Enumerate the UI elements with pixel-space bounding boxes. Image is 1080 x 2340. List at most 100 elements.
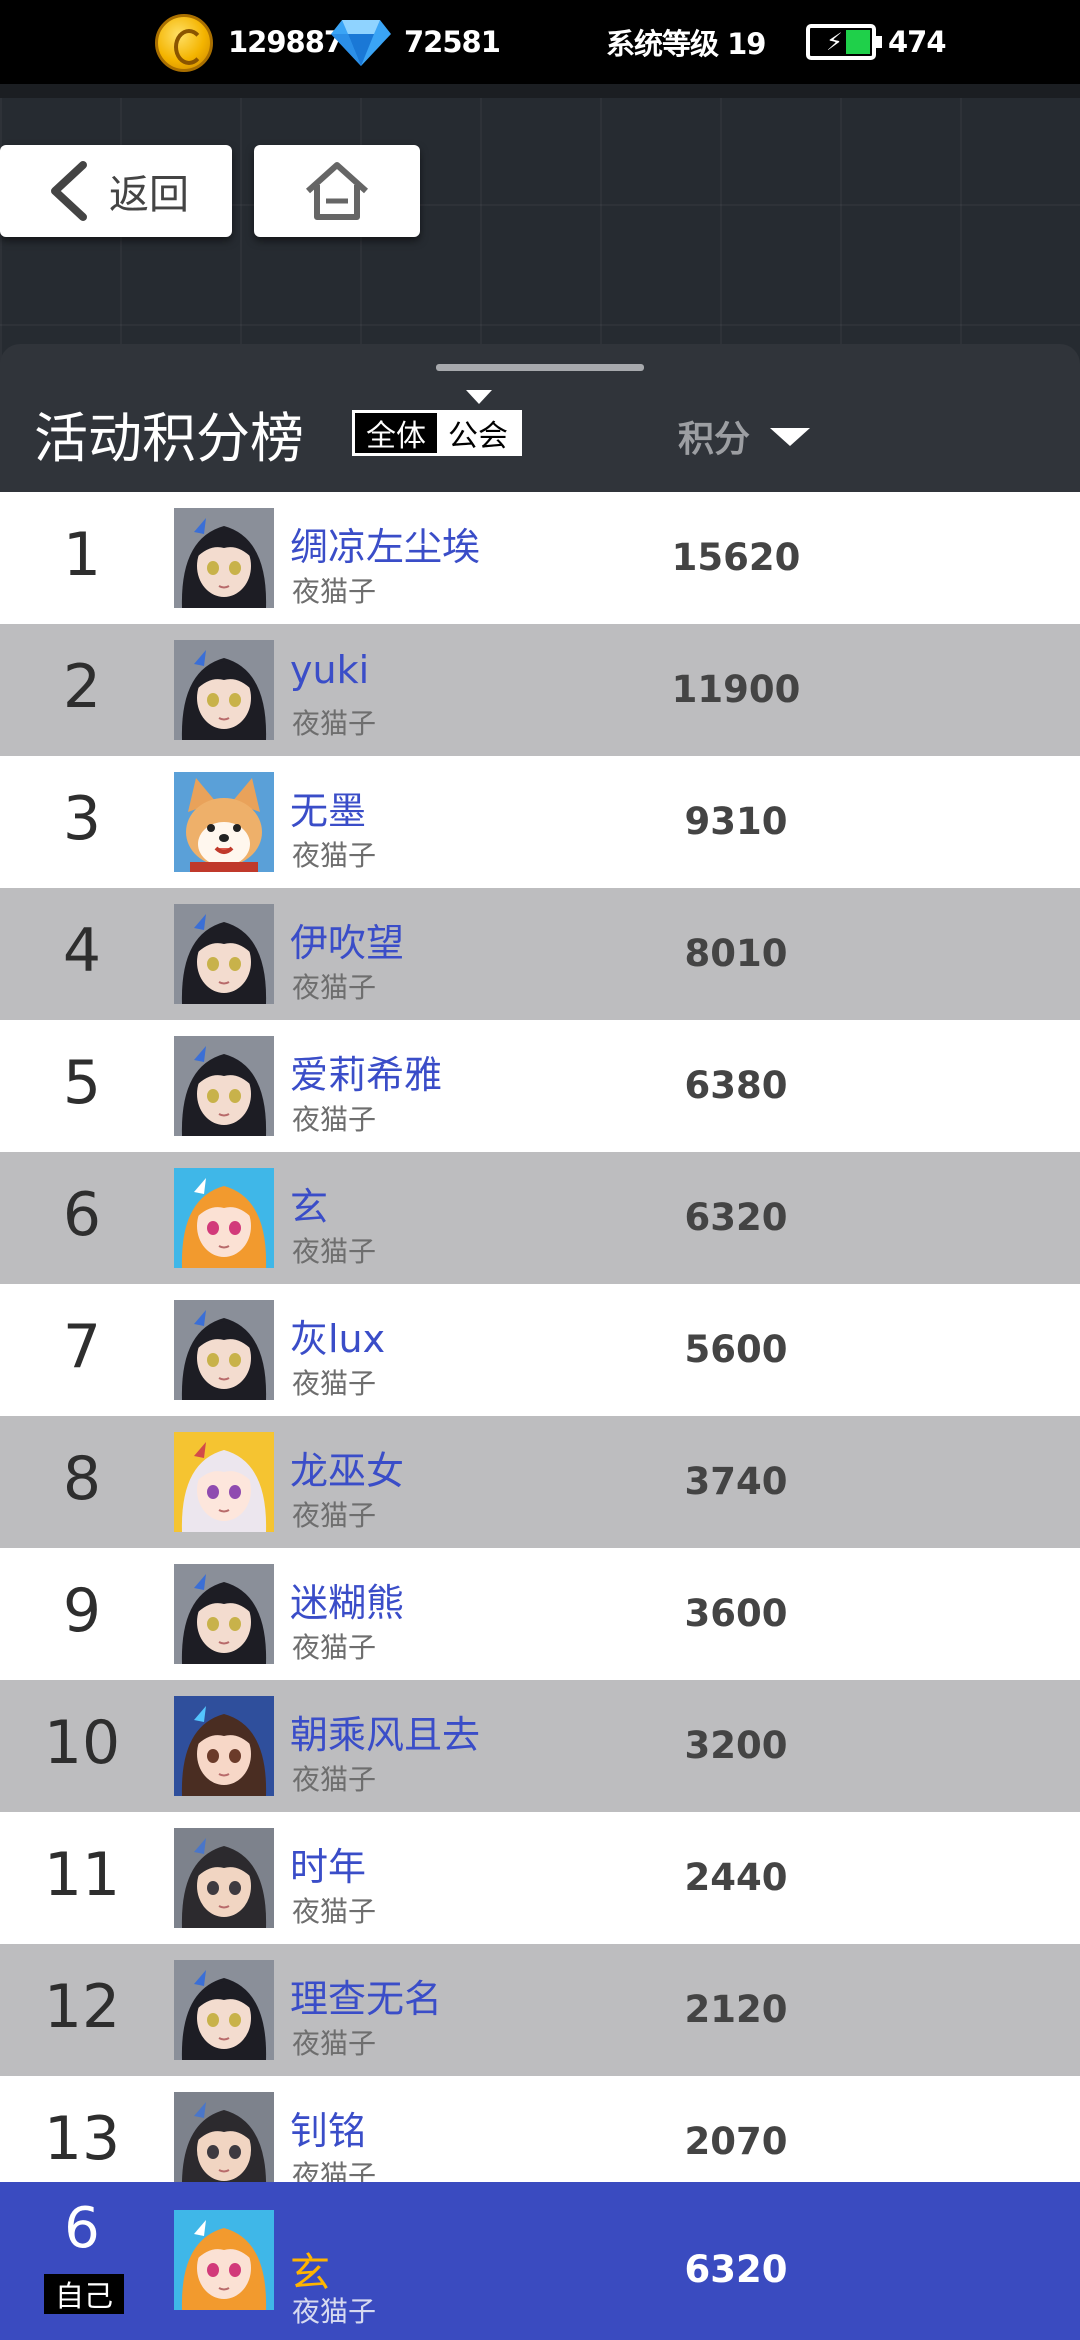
table-row[interactable]: 1 绸凉左尘埃夜猫子 15620 xyxy=(0,492,1080,624)
score-sort-header[interactable]: 积分 xyxy=(678,410,750,462)
rank-number: 2 xyxy=(62,652,102,722)
player-score: 6320 xyxy=(684,1196,788,1239)
rank-number: 1 xyxy=(62,520,102,590)
player-name[interactable]: 伊吹望 xyxy=(290,912,404,967)
player-score: 2440 xyxy=(684,1856,788,1899)
table-row[interactable]: 6 玄夜猫子 6320 xyxy=(0,1152,1080,1284)
player-score: 5600 xyxy=(684,1328,788,1371)
player-guild: 夜猫子 xyxy=(292,1895,377,1928)
table-row[interactable]: 2 yuki 夜猫子 11900 xyxy=(0,624,1080,756)
player-avatar[interactable] xyxy=(174,772,274,872)
filter-guild-tab[interactable]: 公会 xyxy=(437,413,519,454)
filter-all-tab[interactable]: 全体 xyxy=(355,413,437,454)
player-avatar[interactable] xyxy=(174,904,274,1004)
rank-number: 9 xyxy=(62,1576,102,1646)
table-row[interactable]: 12 理查无名夜猫子 2120 xyxy=(0,1944,1080,2076)
player-guild: 夜猫子 xyxy=(292,1367,377,1400)
rank-number: 8 xyxy=(62,1444,102,1514)
player-name[interactable]: 无墨 xyxy=(290,780,366,835)
player-name[interactable]: 爱莉希雅 xyxy=(290,1044,442,1099)
player-score: 3740 xyxy=(684,1460,788,1503)
drag-handle[interactable] xyxy=(436,364,644,371)
leaderboard-list[interactable]: 1 绸凉左尘埃 夜猫子 15620 2 yuki 夜猫子 11900 3 无墨 夜猫子 9310 4 伊吹… xyxy=(0,492,1080,2182)
rank-number: 12 xyxy=(43,1972,121,2042)
table-row[interactable]: 9 迷糊熊夜猫子 3600 xyxy=(0,1548,1080,1680)
player-guild: 夜猫子 xyxy=(292,1763,377,1796)
table-row[interactable]: 13 钊铭 夜猫子 2070 xyxy=(0,2076,1080,2182)
player-avatar[interactable] xyxy=(174,2092,274,2182)
player-avatar[interactable] xyxy=(174,508,274,608)
table-row[interactable]: 8 龙巫女夜猫子 3740 xyxy=(0,1416,1080,1548)
rank-number: 3 xyxy=(62,784,102,854)
self-score: 6320 xyxy=(684,2248,788,2291)
table-row[interactable]: 11 时年夜猫子 2440 xyxy=(0,1812,1080,1944)
table-row[interactable]: 4 伊吹望夜猫子 8010 xyxy=(0,888,1080,1020)
filter-toggle: 全体 公会 xyxy=(352,410,522,456)
energy-count: 474 xyxy=(888,25,947,59)
rank-number: 7 xyxy=(62,1312,102,1382)
status-bar: 129887 72581 系统等级 19 ⚡ 474 xyxy=(0,0,1080,84)
rank-number: 10 xyxy=(43,1708,121,1778)
player-avatar[interactable] xyxy=(174,640,274,740)
player-guild: 夜猫子 xyxy=(292,971,377,1004)
back-arrow-icon xyxy=(51,161,87,221)
player-score: 9310 xyxy=(684,800,788,843)
table-row[interactable]: 3 无墨夜猫子 9310 xyxy=(0,756,1080,888)
battery-icon: ⚡ xyxy=(806,24,882,60)
player-score: 8010 xyxy=(684,932,788,975)
player-name[interactable]: 迷糊熊 xyxy=(290,1572,404,1627)
board-title: 活动积分榜 xyxy=(34,407,304,470)
player-avatar[interactable] xyxy=(174,1828,274,1928)
player-guild: 夜猫子 xyxy=(292,575,377,608)
home-button[interactable] xyxy=(254,145,420,237)
player-guild: 夜猫子 xyxy=(292,2159,377,2182)
rank-number: 5 xyxy=(62,1048,102,1118)
self-avatar[interactable] xyxy=(174,2210,274,2310)
player-name[interactable]: 玄 xyxy=(290,1176,328,1231)
self-rank-row[interactable]: 6 自己 玄 夜猫子 6320 xyxy=(0,2182,1080,2340)
back-label: 返回 xyxy=(109,172,189,218)
player-name[interactable]: 灰lux xyxy=(290,1308,385,1363)
gem-count: 72581 xyxy=(404,25,501,59)
sort-dropdown-icon[interactable] xyxy=(770,428,810,446)
player-name[interactable]: 钊铭 xyxy=(290,2100,366,2155)
player-score: 3600 xyxy=(684,1592,788,1635)
player-name[interactable]: 朝乘风且去 xyxy=(290,1704,480,1759)
rank-number: 11 xyxy=(43,1840,121,1910)
player-avatar[interactable] xyxy=(174,1168,274,1268)
player-avatar[interactable] xyxy=(174,1036,274,1136)
rank-number: 4 xyxy=(62,916,102,986)
player-name[interactable]: 龙巫女 xyxy=(290,1440,404,1495)
player-score: 2070 xyxy=(684,2120,788,2163)
self-rank: 6 xyxy=(64,2196,100,2261)
player-avatar[interactable] xyxy=(174,1960,274,2060)
coin-count: 129887 xyxy=(228,25,344,59)
table-row[interactable]: 10 朝乘风且去夜猫子 3200 xyxy=(0,1680,1080,1812)
player-name[interactable]: 理查无名 xyxy=(290,1968,442,2023)
player-avatar[interactable] xyxy=(174,1696,274,1796)
player-avatar[interactable] xyxy=(174,1432,274,1532)
system-level: 系统等级 19 xyxy=(606,27,766,61)
player-name[interactable]: yuki xyxy=(290,648,369,692)
player-guild: 夜猫子 xyxy=(292,1499,377,1532)
player-avatar[interactable] xyxy=(174,1564,274,1664)
player-guild: 夜猫子 xyxy=(292,1631,377,1664)
player-avatar[interactable] xyxy=(174,1300,274,1400)
home-icon xyxy=(305,162,369,220)
player-score: 15620 xyxy=(671,536,801,579)
player-guild: 夜猫子 xyxy=(292,1235,377,1268)
player-score: 2120 xyxy=(684,1988,788,2031)
player-score: 3200 xyxy=(684,1724,788,1767)
self-badge: 自己 xyxy=(44,2274,124,2314)
player-name[interactable]: 时年 xyxy=(290,1836,366,1891)
player-name[interactable]: 绸凉左尘埃 xyxy=(290,516,480,571)
diamond-icon xyxy=(331,20,391,66)
player-score: 11900 xyxy=(671,668,801,711)
table-row[interactable]: 5 爱莉希雅夜猫子 6380 xyxy=(0,1020,1080,1152)
player-guild: 夜猫子 xyxy=(292,2027,377,2060)
player-guild: 夜猫子 xyxy=(292,839,377,872)
player-score: 6380 xyxy=(684,1064,788,1107)
back-button[interactable]: 返回 xyxy=(0,145,232,237)
table-row[interactable]: 7 灰lux 夜猫子 5600 xyxy=(0,1284,1080,1416)
player-guild: 夜猫子 xyxy=(292,1103,377,1136)
